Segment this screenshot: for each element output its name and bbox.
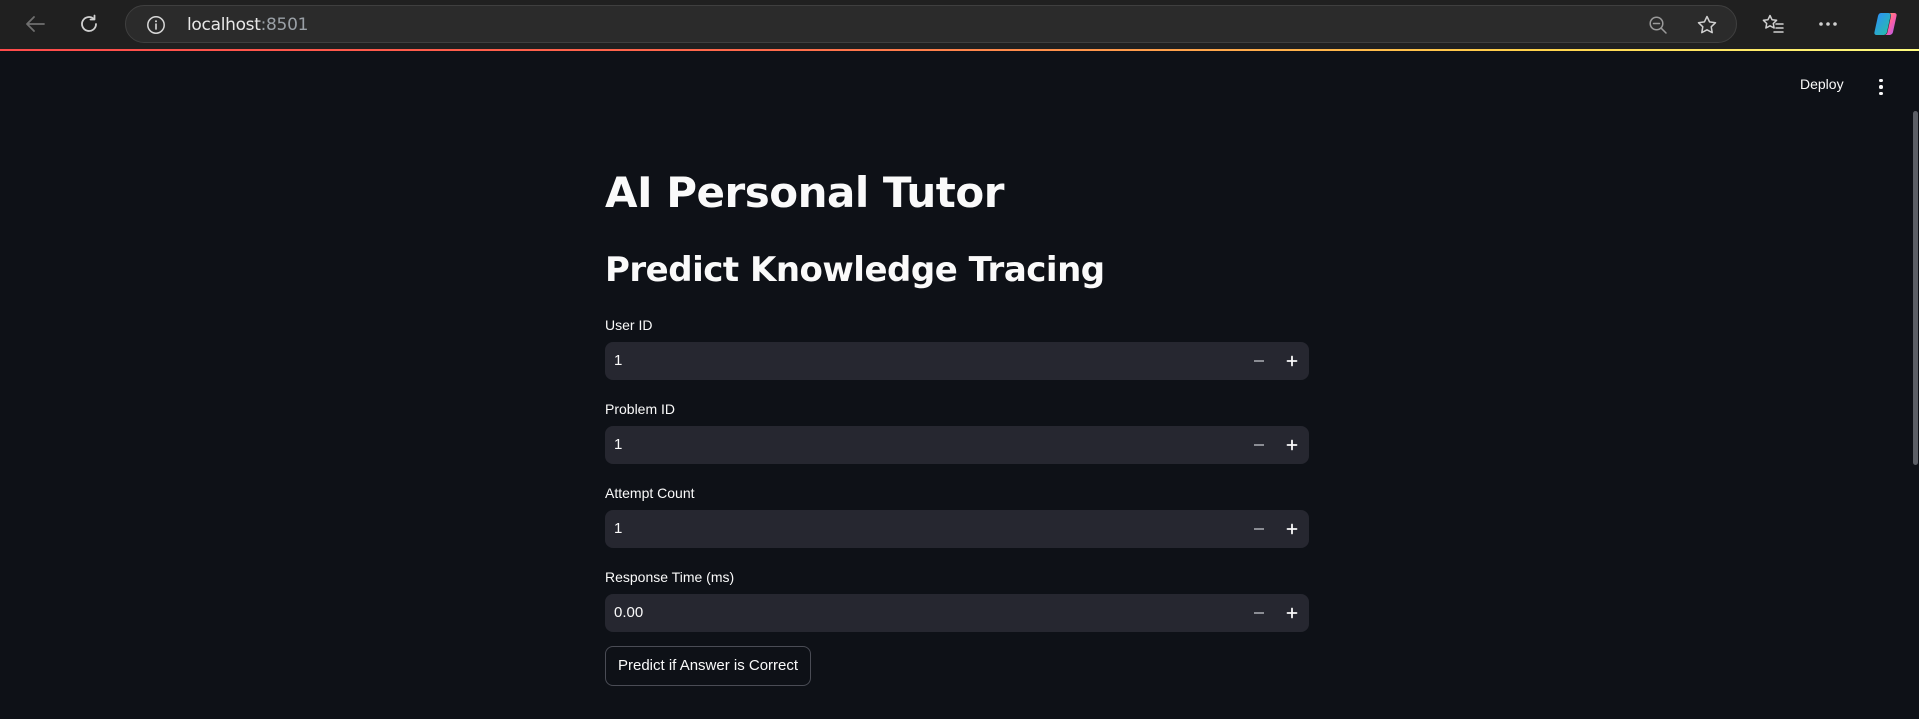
plus-icon bbox=[1286, 355, 1298, 367]
increment-button[interactable] bbox=[1275, 426, 1309, 464]
response-time-field: Response Time (ms) 0.00 bbox=[605, 567, 1309, 632]
url-text: localhost:8501 bbox=[187, 15, 308, 35]
problem-id-label: Problem ID bbox=[605, 401, 676, 417]
predict-button[interactable]: Predict if Answer is Correct bbox=[605, 646, 812, 686]
scrollbar[interactable] bbox=[1913, 111, 1918, 465]
user-id-field: User ID 1 bbox=[605, 315, 1309, 380]
increment-button[interactable] bbox=[1275, 342, 1309, 380]
user-id-label: User ID bbox=[605, 317, 653, 333]
attempt-count-input[interactable]: 1 bbox=[605, 510, 1309, 548]
favorite-star-icon[interactable] bbox=[1696, 14, 1718, 41]
problem-id-input[interactable]: 1 bbox=[605, 426, 1309, 464]
url-host: localhost bbox=[187, 15, 261, 35]
increment-button[interactable] bbox=[1275, 510, 1309, 548]
favorites-list-icon bbox=[1762, 14, 1784, 33]
attempt-count-label: Attempt Count bbox=[605, 485, 695, 501]
decrement-button[interactable] bbox=[1243, 426, 1275, 464]
page-title: AI Personal Tutor bbox=[605, 168, 1004, 217]
favorites-button[interactable] bbox=[1755, 8, 1791, 40]
browser-toolbar: localhost:8501 bbox=[0, 0, 1919, 50]
attempt-count-field: Attempt Count 1 bbox=[605, 483, 1309, 548]
problem-id-value: 1 bbox=[614, 436, 623, 453]
site-info-icon[interactable] bbox=[146, 15, 166, 40]
minus-icon bbox=[1254, 612, 1264, 614]
user-id-value: 1 bbox=[614, 352, 623, 369]
more-horizontal-icon bbox=[1819, 22, 1837, 26]
address-bar[interactable]: localhost:8501 bbox=[125, 5, 1737, 43]
reload-icon bbox=[81, 14, 97, 32]
minus-icon bbox=[1254, 360, 1264, 362]
app-container: Deploy AI Personal Tutor Predict Knowled… bbox=[0, 51, 1919, 719]
reload-button[interactable] bbox=[71, 8, 107, 40]
back-arrow-icon bbox=[26, 16, 45, 32]
url-port: :8501 bbox=[260, 15, 309, 35]
response-time-label: Response Time (ms) bbox=[605, 569, 735, 585]
problem-id-field: Problem ID 1 bbox=[605, 399, 1309, 464]
more-menu-button[interactable] bbox=[1810, 8, 1846, 40]
section-header: Predict Knowledge Tracing bbox=[605, 250, 1105, 290]
copilot-button[interactable] bbox=[1868, 8, 1904, 40]
plus-icon bbox=[1286, 607, 1298, 619]
plus-icon bbox=[1286, 523, 1298, 535]
user-id-input[interactable]: 1 bbox=[605, 342, 1309, 380]
back-button[interactable] bbox=[17, 8, 53, 40]
decrement-button[interactable] bbox=[1243, 510, 1275, 548]
attempt-count-value: 1 bbox=[614, 520, 623, 537]
increment-button[interactable] bbox=[1275, 594, 1309, 632]
copilot-icon bbox=[1874, 13, 1897, 35]
main-menu-icon[interactable] bbox=[1873, 75, 1889, 99]
deploy-button[interactable]: Deploy bbox=[1800, 76, 1844, 98]
decrement-button[interactable] bbox=[1243, 342, 1275, 380]
plus-icon bbox=[1286, 439, 1298, 451]
decrement-button[interactable] bbox=[1243, 594, 1275, 632]
response-time-value: 0.00 bbox=[614, 604, 644, 621]
minus-icon bbox=[1254, 528, 1264, 530]
minus-icon bbox=[1254, 444, 1264, 446]
response-time-input[interactable]: 0.00 bbox=[605, 594, 1309, 632]
zoom-out-icon[interactable] bbox=[1648, 15, 1668, 40]
